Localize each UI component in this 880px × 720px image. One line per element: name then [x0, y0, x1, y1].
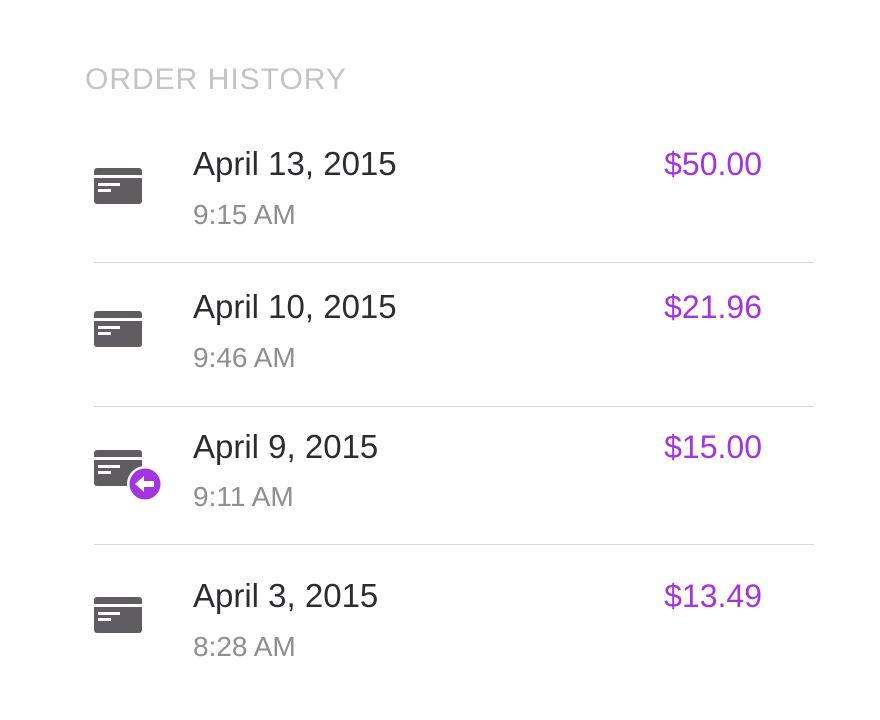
order-time: 9:11 AM — [193, 481, 294, 512]
order-date: April 3, 2015 — [193, 577, 379, 614]
order-amount: $50.00 — [664, 146, 762, 182]
credit-card-icon — [94, 311, 142, 347]
row-divider — [94, 262, 814, 263]
order-date: April 13, 2015 — [193, 145, 397, 182]
order-time: 9:15 AM — [193, 199, 296, 230]
row-divider — [94, 406, 814, 407]
refund-arrow-icon — [127, 466, 163, 502]
credit-card-icon — [94, 597, 142, 633]
order-time: 8:28 AM — [193, 631, 296, 662]
credit-card-icon — [94, 168, 142, 204]
order-amount: $21.96 — [664, 289, 762, 325]
order-date: April 10, 2015 — [193, 288, 397, 325]
order-date: April 9, 2015 — [193, 428, 379, 465]
row-divider — [94, 544, 814, 545]
order-history-list: April 13, 2015 9:15 AM $50.00 April 10, … — [0, 0, 880, 720]
order-amount: $15.00 — [664, 429, 762, 465]
order-amount: $13.49 — [664, 578, 762, 614]
order-time: 9:46 AM — [193, 342, 296, 373]
order-row[interactable]: April 3, 2015 8:28 AM $13.49 — [0, 0, 880, 662]
